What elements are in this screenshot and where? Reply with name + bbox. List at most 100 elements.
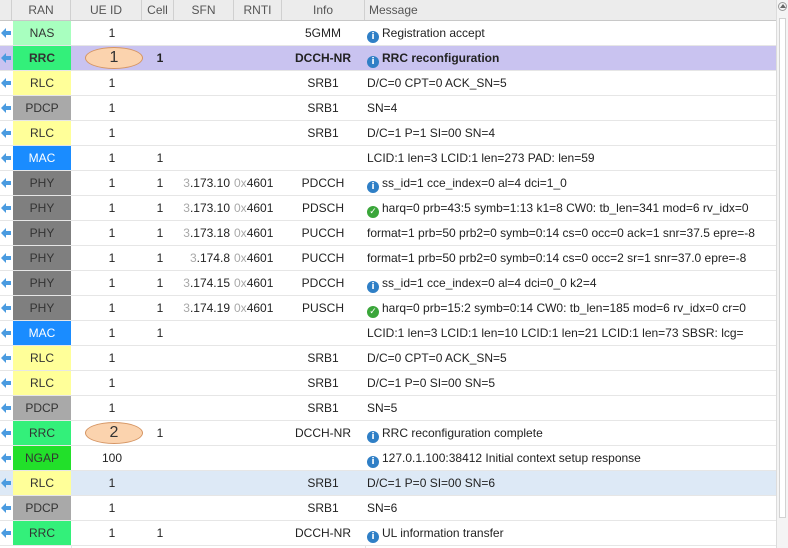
header-info[interactable]: Info bbox=[282, 0, 365, 20]
rnti-prefix: 0x bbox=[234, 276, 247, 290]
scroll-up-arrow-icon[interactable] bbox=[778, 2, 787, 11]
message-text: LCID:1 len=3 LCID:1 len=10 LCID:1 len=21… bbox=[367, 326, 744, 340]
direction-arrow-icon bbox=[1, 228, 11, 238]
header-cell[interactable]: Cell bbox=[142, 0, 174, 20]
message-cell: ✓ harq=0 prb=43:5 symb=1:13 k1=8 CW0: tb_… bbox=[367, 196, 776, 220]
ran-layer-cell: RLC bbox=[13, 371, 71, 395]
ran-layer-cell: PHY bbox=[13, 221, 71, 245]
log-row[interactable]: PHY 1 1 3.174.8 0x4601 PUCCH format=1 prb=50 p… bbox=[0, 246, 776, 271]
cell-id-cell: 1 bbox=[156, 51, 164, 65]
cell-id-cell: 1 bbox=[156, 526, 164, 540]
message-text: D/C=1 P=0 SI=00 SN=5 bbox=[367, 376, 496, 390]
direction-arrow-icon bbox=[1, 478, 11, 488]
sfn-cell bbox=[174, 96, 232, 120]
sfn-cell bbox=[174, 21, 232, 45]
message-text: UL information transfer bbox=[382, 526, 504, 540]
rnti-cell bbox=[234, 396, 282, 420]
log-row[interactable]: RRC 1 1 DCCH-NR i UL information transfer bbox=[0, 521, 776, 546]
log-row[interactable]: RLC 1 SRB1 D/C=0 CPT=0 ACK_SN=5 bbox=[0, 71, 776, 96]
message-cell: i UL information transfer bbox=[367, 521, 776, 545]
info-cell bbox=[282, 321, 364, 345]
log-row[interactable]: MAC 1 1 LCID:1 len=3 LCID:1 len=273 PAD: le… bbox=[0, 146, 776, 171]
log-row[interactable]: PHY 1 1 3.174.19 0x4601 PUSCH ✓ harq=0 prb=15:2… bbox=[0, 296, 776, 321]
header-spacer bbox=[0, 0, 12, 20]
info-icon: i bbox=[367, 56, 379, 68]
message-cell: D/C=1 P=0 SI=00 SN=5 bbox=[367, 371, 776, 395]
log-row[interactable]: PDCP 1 SRB1 SN=5 bbox=[0, 396, 776, 421]
log-row[interactable]: PHY 1 1 3.173.18 0x4601 PUCCH format=1 prb=50 … bbox=[0, 221, 776, 246]
sfn-cell bbox=[174, 71, 232, 95]
header-rnti[interactable]: RNTI bbox=[234, 0, 282, 20]
log-row[interactable]: MAC 1 1 LCID:1 len=3 LCID:1 len=10 LCID:1 l… bbox=[0, 321, 776, 346]
ran-layer-cell: PDCP bbox=[13, 96, 71, 120]
sfn-cell bbox=[174, 396, 232, 420]
log-row[interactable]: RLC 1 SRB1 D/C=1 P=1 SI=00 SN=4 bbox=[0, 121, 776, 146]
sfn-value: .173.10 bbox=[189, 176, 230, 190]
header-message[interactable]: Message bbox=[365, 0, 776, 20]
header-sfn[interactable]: SFN bbox=[174, 0, 234, 20]
direction-arrow-icon bbox=[1, 353, 11, 363]
scrollbar-thumb[interactable] bbox=[779, 18, 786, 518]
header-ran[interactable]: RAN bbox=[12, 0, 71, 20]
log-row[interactable]: PHY 1 1 3.173.10 0x4601 PDCCH i ss_id=1 cce_ind… bbox=[0, 171, 776, 196]
direction-arrow-icon bbox=[1, 328, 11, 338]
log-row[interactable]: PDCP 1 SRB1 SN=4 bbox=[0, 96, 776, 121]
message-cell: SN=6 bbox=[367, 496, 776, 520]
message-text: SN=5 bbox=[367, 401, 398, 415]
sfn-prefix: 3 bbox=[183, 301, 190, 315]
cell-id-cell bbox=[146, 21, 174, 45]
log-row[interactable]: NAS 1 5GMM i Registration accept bbox=[0, 21, 776, 46]
header-ue-id[interactable]: UE ID bbox=[71, 0, 142, 20]
sfn-cell bbox=[174, 446, 232, 470]
rnti-value: 4601 bbox=[246, 176, 274, 190]
log-row[interactable]: RLC 1 SRB1 D/C=1 P=0 SI=00 SN=5 bbox=[0, 371, 776, 396]
rnti-cell bbox=[234, 521, 282, 545]
ran-layer-cell: PHY bbox=[13, 246, 71, 270]
direction-arrow-icon bbox=[1, 203, 11, 213]
ran-layer-cell: RLC bbox=[13, 121, 71, 145]
direction-arrow-icon bbox=[1, 178, 11, 188]
info-icon: i bbox=[367, 31, 379, 43]
message-text: ss_id=1 cce_index=0 al=4 dci=0_0 k2=4 bbox=[382, 276, 597, 290]
log-row[interactable]: PHY 1 1 3.173.10 0x4601 PDSCH ✓ harq=0 prb=43:5… bbox=[0, 196, 776, 221]
info-cell: SRB1 bbox=[307, 351, 339, 365]
info-cell: SRB1 bbox=[307, 501, 339, 515]
ran-layer-cell: PDCP bbox=[13, 496, 71, 520]
info-icon: i bbox=[367, 431, 379, 443]
rnti-cell: 0x4601 bbox=[234, 171, 282, 195]
cell-id-cell: 1 bbox=[156, 201, 164, 215]
cell-id-cell: 1 bbox=[156, 326, 164, 340]
check-icon: ✓ bbox=[367, 206, 379, 218]
log-row[interactable]: PDCP 1 SRB1 SN=6 bbox=[0, 496, 776, 521]
ran-layer-cell: NAS bbox=[13, 21, 71, 45]
rnti-cell bbox=[234, 346, 282, 370]
message-cell: ✓ harq=0 prb=15:2 symb=0:14 CW0: tb_len=1… bbox=[367, 296, 776, 320]
log-row[interactable]: RLC 1 SRB1 D/C=0 CPT=0 ACK_SN=5 bbox=[0, 346, 776, 371]
cell-id-cell: 1 bbox=[156, 426, 164, 440]
message-cell: SN=5 bbox=[367, 396, 776, 420]
check-icon: ✓ bbox=[367, 306, 379, 318]
info-cell: PDCCH bbox=[301, 176, 345, 190]
ue-id-cell: 1 bbox=[108, 226, 116, 240]
rnti-cell: 0x4601 bbox=[234, 296, 282, 320]
ran-layer-cell: RRC bbox=[13, 421, 71, 445]
rnti-prefix: 0x bbox=[234, 176, 247, 190]
ran-layer-cell: RRC bbox=[13, 46, 71, 70]
vertical-scrollbar[interactable] bbox=[776, 0, 788, 548]
cell-id-cell: 1 bbox=[156, 276, 164, 290]
sfn-cell: 3.174.8 bbox=[174, 246, 232, 270]
direction-arrow-icon bbox=[1, 28, 11, 38]
rnti-value: 4601 bbox=[246, 201, 274, 215]
rnti-cell bbox=[234, 46, 282, 70]
rnti-value: 4601 bbox=[246, 276, 274, 290]
log-row[interactable]: NGAP 100 i 127.0.1.100:38412 Initial contex… bbox=[0, 446, 776, 471]
log-row[interactable]: PHY 1 1 3.174.15 0x4601 PDCCH i ss_id=1 cce_ind… bbox=[0, 271, 776, 296]
log-row[interactable]: RLC 1 SRB1 D/C=1 P=0 SI=00 SN=6 bbox=[0, 471, 776, 496]
ran-layer-cell: PDCP bbox=[13, 396, 71, 420]
ue-id-cell: 1 bbox=[108, 176, 116, 190]
cell-id-cell bbox=[146, 446, 174, 470]
cell-id-cell: 1 bbox=[156, 251, 164, 265]
info-icon: i bbox=[367, 531, 379, 543]
message-cell: i RRC reconfiguration bbox=[367, 46, 776, 70]
message-text: harq=0 prb=15:2 symb=0:14 CW0: tb_len=18… bbox=[382, 301, 746, 315]
